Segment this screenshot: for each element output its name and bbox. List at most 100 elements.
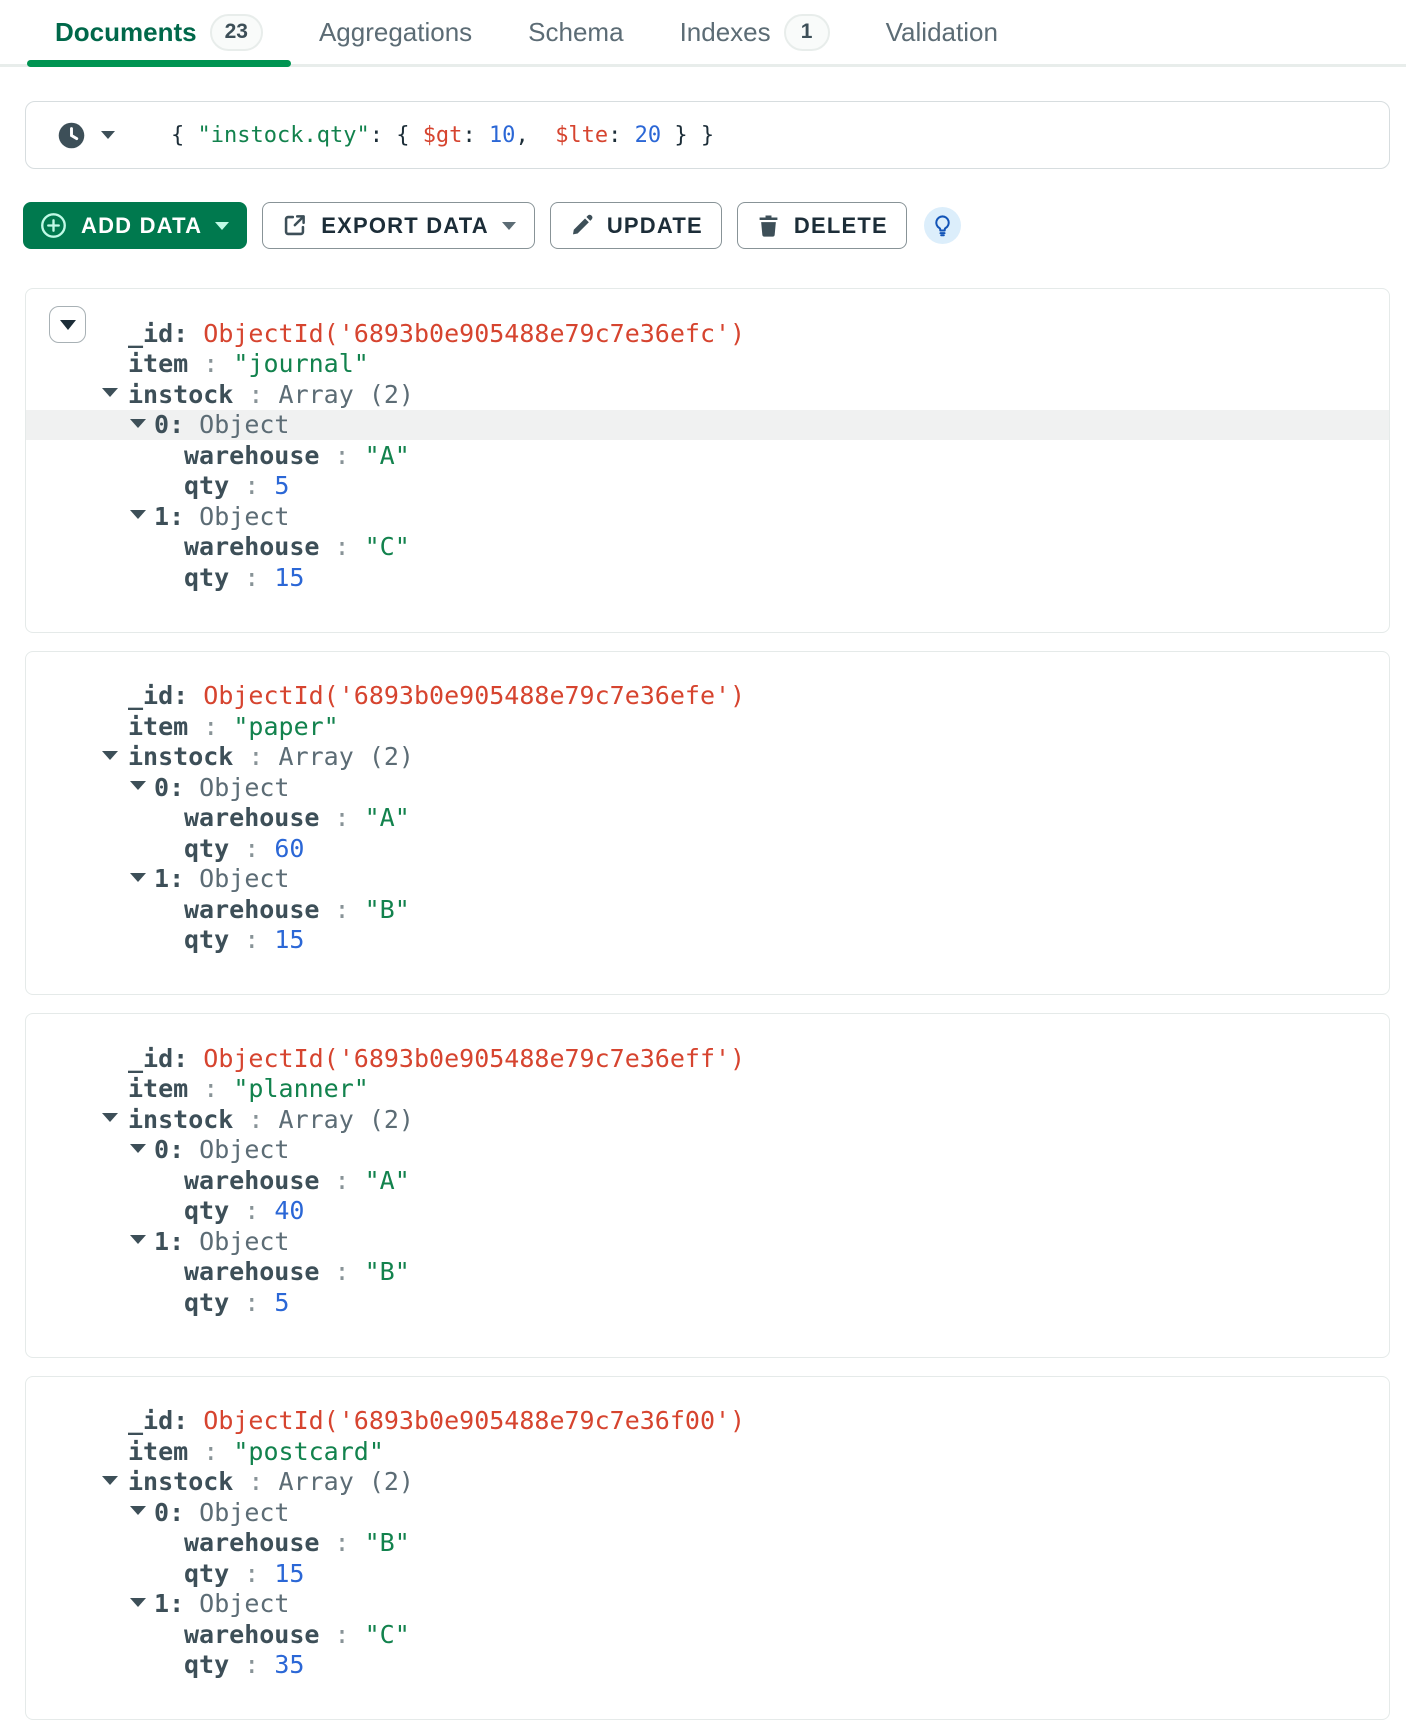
collapse-caret-icon[interactable]: [130, 873, 146, 882]
doc-value: Array (2): [279, 1105, 414, 1134]
doc-separator: :: [229, 925, 274, 954]
collapse-caret-icon[interactable]: [102, 751, 118, 760]
query-history-button[interactable]: [56, 120, 115, 151]
insights-button[interactable]: [924, 207, 961, 244]
collapse-caret-icon[interactable]: [130, 1506, 146, 1515]
query-token-operator: $gt: [423, 123, 463, 148]
query-token-punct: :: [608, 123, 635, 148]
doc-key: item: [128, 349, 188, 378]
tab-badge: 23: [210, 14, 263, 51]
doc-separator: :: [169, 410, 199, 439]
doc-separator: :: [233, 380, 278, 409]
collapse-caret-icon[interactable]: [130, 1598, 146, 1607]
collapse-caret-icon[interactable]: [130, 1235, 146, 1244]
toolbar: ADD DATA EXPORT DATA UPDATE DEL: [23, 202, 1390, 249]
doc-key: warehouse: [184, 1620, 319, 1649]
delete-label: DELETE: [794, 213, 888, 239]
doc-separator: :: [188, 349, 233, 378]
tab-schema[interactable]: Schema: [500, 0, 651, 64]
doc-separator: :: [319, 1257, 364, 1286]
doc-value: Object: [199, 773, 289, 802]
tab-label: Documents: [55, 17, 197, 48]
doc-key: qty: [184, 1559, 229, 1588]
document-line: warehouse : "A": [26, 1165, 1389, 1196]
doc-value: Array (2): [279, 1467, 414, 1496]
document-line: 1: Object: [26, 1226, 1389, 1257]
doc-key: _id: [128, 1406, 173, 1435]
doc-value: Object: [199, 1589, 289, 1618]
doc-separator: :: [173, 1044, 203, 1073]
doc-value: 15: [274, 925, 304, 954]
document-line: 1: Object: [26, 501, 1389, 532]
doc-key: instock: [128, 380, 233, 409]
doc-key: warehouse: [184, 1528, 319, 1557]
doc-separator: :: [319, 1620, 364, 1649]
doc-key: 0: [154, 410, 169, 439]
doc-value: "planner": [233, 1074, 368, 1103]
document-line: warehouse : "A": [26, 803, 1389, 834]
document-line: 1: Object: [26, 864, 1389, 895]
trash-icon: [756, 213, 781, 238]
doc-value: 15: [274, 1559, 304, 1588]
doc-separator: :: [188, 1074, 233, 1103]
tab-aggregations[interactable]: Aggregations: [291, 0, 500, 64]
export-data-label: EXPORT DATA: [321, 213, 489, 239]
doc-key: qty: [184, 1288, 229, 1317]
document-line: 0: Object: [26, 1135, 1389, 1166]
tab-validation[interactable]: Validation: [858, 0, 1026, 64]
doc-key: 0: [154, 773, 169, 802]
document-line: 0: Object: [26, 772, 1389, 803]
export-data-button[interactable]: EXPORT DATA: [262, 202, 535, 249]
doc-key: item: [128, 1074, 188, 1103]
add-data-button[interactable]: ADD DATA: [23, 202, 247, 249]
document-line: qty : 60: [26, 833, 1389, 864]
doc-value: 5: [274, 1288, 289, 1317]
collapse-caret-icon[interactable]: [102, 388, 118, 397]
collapse-caret-icon[interactable]: [130, 419, 146, 428]
document-line: warehouse : "B": [26, 1528, 1389, 1559]
update-button[interactable]: UPDATE: [550, 202, 722, 249]
doc-key: _id: [128, 319, 173, 348]
collapse-caret-icon[interactable]: [130, 781, 146, 790]
chevron-down-icon: [101, 131, 115, 139]
doc-separator: :: [229, 471, 274, 500]
document-line: _id: ObjectId('6893b0e905488e79c7e36efe'…: [26, 681, 1389, 712]
doc-separator: :: [229, 834, 274, 863]
document-line: qty : 15: [26, 562, 1389, 593]
tab-indexes[interactable]: Indexes1: [652, 0, 858, 64]
query-input[interactable]: { "instock.qty": { $gt: 10, $lte: 20 } }: [171, 123, 714, 148]
document-line: instock : Array (2): [26, 1467, 1389, 1498]
doc-separator: :: [229, 1559, 274, 1588]
document-card: _id: ObjectId('6893b0e905488e79c7e36eff'…: [25, 1013, 1390, 1358]
document-line: item : "journal": [26, 349, 1389, 380]
doc-key: _id: [128, 681, 173, 710]
doc-key: warehouse: [184, 532, 319, 561]
doc-separator: :: [169, 773, 199, 802]
doc-separator: :: [319, 441, 364, 470]
doc-value: ObjectId('6893b0e905488e79c7e36efe'): [203, 681, 745, 710]
document-line: warehouse : "B": [26, 1257, 1389, 1288]
tab-documents[interactable]: Documents 23: [27, 0, 291, 64]
delete-button[interactable]: DELETE: [737, 202, 907, 249]
doc-separator: :: [229, 563, 274, 592]
doc-value: Object: [199, 502, 289, 531]
query-token-number: 20: [635, 123, 662, 148]
collapse-caret-icon[interactable]: [102, 1476, 118, 1485]
collapse-caret-icon[interactable]: [102, 1113, 118, 1122]
document-line: item : "postcard": [26, 1436, 1389, 1467]
doc-key: qty: [184, 471, 229, 500]
doc-value: ObjectId('6893b0e905488e79c7e36eff'): [203, 1044, 745, 1073]
doc-separator: :: [173, 319, 203, 348]
tab-label: Aggregations: [319, 17, 472, 48]
collapse-caret-icon[interactable]: [130, 510, 146, 519]
clock-icon: [56, 120, 87, 151]
doc-value: ObjectId('6893b0e905488e79c7e36f00'): [203, 1406, 745, 1435]
collapse-caret-icon[interactable]: [130, 1144, 146, 1153]
doc-value: 60: [274, 834, 304, 863]
doc-value: "A": [365, 803, 410, 832]
query-token-punct: } }: [661, 123, 714, 148]
document-line: warehouse : "B": [26, 894, 1389, 925]
document-line: warehouse : "C": [26, 532, 1389, 563]
doc-value: 15: [274, 563, 304, 592]
tab-label: Indexes: [680, 17, 771, 48]
